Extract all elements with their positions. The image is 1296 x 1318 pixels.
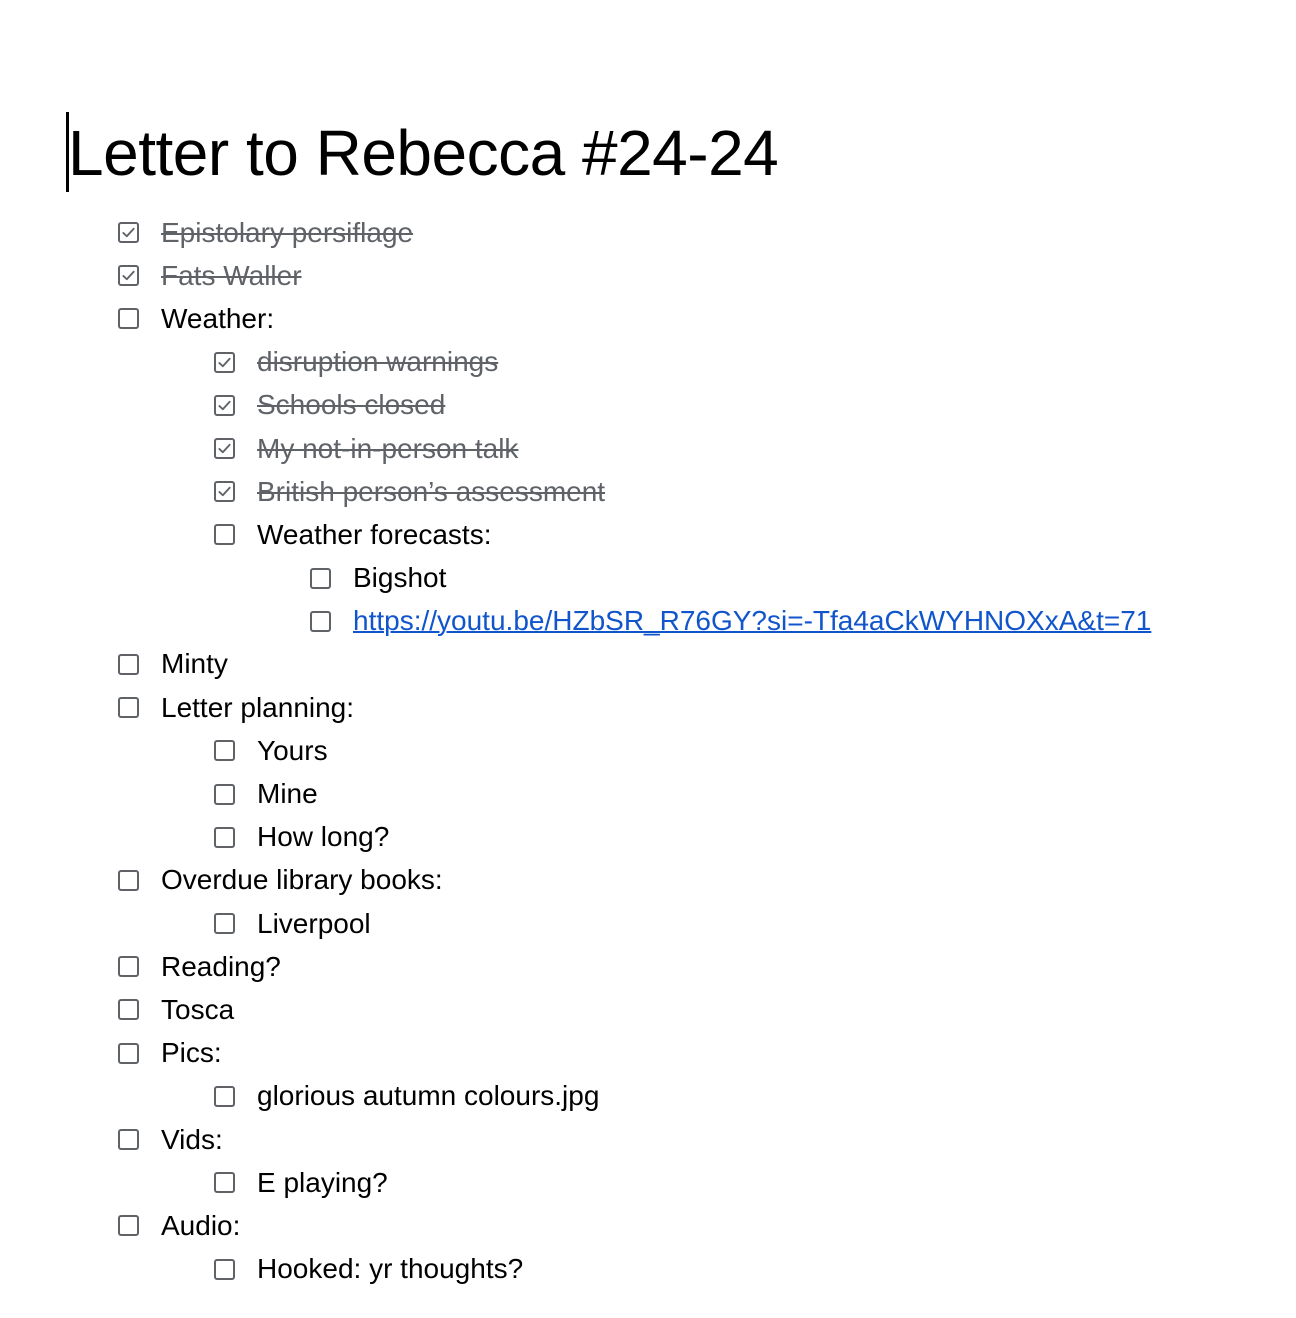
checklist-item-label[interactable]: Overdue library books:	[161, 863, 443, 897]
checklist-item-unchecked: Audio:	[0, 1204, 1151, 1247]
checklist-item-label[interactable]: Hooked: yr thoughts?	[257, 1252, 523, 1286]
checklist-item-label[interactable]: How long?	[257, 820, 389, 854]
checkbox-unchecked[interactable]	[118, 869, 139, 891]
checkbox-unchecked[interactable]	[310, 567, 331, 589]
checklist-item-unchecked: Mine	[0, 772, 1151, 815]
checklist-item-label[interactable]: E playing?	[257, 1166, 388, 1200]
checklist-item-label[interactable]: Minty	[161, 647, 228, 681]
checklist-item-unchecked: Pics:	[0, 1032, 1151, 1075]
checkmark-icon	[218, 400, 231, 411]
checklist-item-label[interactable]: Schools closed	[257, 388, 445, 422]
checklist-item-label[interactable]: Epistolary persiflage	[161, 216, 413, 250]
checklist-item-label[interactable]: Weather forecasts:	[257, 518, 491, 552]
checkbox-checked[interactable]	[118, 265, 139, 287]
checklist-item-label[interactable]: Mine	[257, 777, 318, 811]
checklist-item-label[interactable]: My not-in-person talk	[257, 432, 518, 466]
checklist-item-checked: Schools closed	[0, 384, 1151, 427]
checklist-item-label[interactable]: Bigshot	[353, 561, 446, 595]
checklist-item-unchecked: https://youtu.be/HZbSR_R76GY?si=-Tfa4aCk…	[0, 600, 1151, 643]
checkbox-unchecked[interactable]	[214, 1258, 235, 1280]
checklist-item-unchecked: How long?	[0, 816, 1151, 859]
checkbox-checked[interactable]	[214, 438, 235, 460]
checklist-item-checked: My not-in-person talk	[0, 427, 1151, 470]
document-page: Letter to Rebecca #24-24 Epistolary pers…	[0, 0, 1296, 1318]
checkbox-unchecked[interactable]	[118, 999, 139, 1021]
checklist-item-label[interactable]: Tosca	[161, 993, 234, 1027]
checklist-item-label[interactable]: Pics:	[161, 1036, 222, 1070]
checklist-item-label[interactable]: Audio:	[161, 1209, 240, 1243]
checkbox-unchecked[interactable]	[118, 1129, 139, 1151]
checkbox-unchecked[interactable]	[214, 913, 235, 935]
checkbox-unchecked[interactable]	[118, 308, 139, 330]
checklist-item-unchecked: Weather forecasts:	[0, 513, 1151, 556]
checklist-item-checked: Fats Waller	[0, 254, 1151, 297]
checklist-item-unchecked: Minty	[0, 643, 1151, 686]
checklist-item-label[interactable]: disruption warnings	[257, 345, 498, 379]
checkbox-checked[interactable]	[214, 351, 235, 373]
checklist-item-checked: Epistolary persiflage	[0, 211, 1151, 254]
checklist: Epistolary persiflage Fats Waller Weathe…	[0, 211, 1151, 1291]
checklist-item-unchecked: Overdue library books:	[0, 859, 1151, 902]
checkbox-unchecked[interactable]	[118, 653, 139, 675]
checklist-item-checked: disruption warnings	[0, 341, 1151, 384]
checkbox-checked[interactable]	[214, 481, 235, 503]
checklist-item-unchecked: Yours	[0, 729, 1151, 772]
checklist-item-unchecked: Tosca	[0, 988, 1151, 1031]
link[interactable]: https://youtu.be/HZbSR_R76GY?si=-Tfa4aCk…	[353, 605, 1151, 636]
checklist-item-label[interactable]: Liverpool	[257, 907, 371, 941]
checklist-item-unchecked: Bigshot	[0, 557, 1151, 600]
checkbox-unchecked[interactable]	[118, 1215, 139, 1237]
checkbox-unchecked[interactable]	[214, 1085, 235, 1107]
checklist-item-label[interactable]: British person’s assessment	[257, 475, 605, 509]
checklist-item-unchecked: Weather:	[0, 297, 1151, 340]
checklist-item-unchecked: Liverpool	[0, 902, 1151, 945]
checkbox-unchecked[interactable]	[310, 610, 331, 632]
checkbox-unchecked[interactable]	[214, 783, 235, 805]
checkbox-unchecked[interactable]	[118, 697, 139, 719]
checklist-item-unchecked: Vids:	[0, 1118, 1151, 1161]
checkmark-icon	[122, 227, 135, 238]
checklist-item-unchecked: glorious autumn colours.jpg	[0, 1075, 1151, 1118]
document-title[interactable]: Letter to Rebecca #24-24	[68, 114, 779, 192]
checkbox-unchecked[interactable]	[214, 524, 235, 546]
checklist-item-unchecked: E playing?	[0, 1161, 1151, 1204]
checkmark-icon	[218, 487, 231, 497]
checkbox-unchecked[interactable]	[118, 1042, 139, 1064]
checklist-item-label[interactable]: Letter planning:	[161, 691, 354, 725]
checklist-item-unchecked: Reading?	[0, 945, 1151, 988]
checklist-item-label[interactable]: https://youtu.be/HZbSR_R76GY?si=-Tfa4aCk…	[353, 604, 1151, 638]
checklist-item-label[interactable]: Weather:	[161, 302, 274, 336]
checkbox-unchecked[interactable]	[118, 956, 139, 978]
checklist-item-unchecked: Letter planning:	[0, 686, 1151, 729]
checkbox-checked[interactable]	[214, 394, 235, 416]
checklist-item-label[interactable]: glorious autumn colours.jpg	[257, 1079, 599, 1113]
checkmark-icon	[218, 443, 231, 454]
checkbox-unchecked[interactable]	[214, 1172, 235, 1194]
checkbox-checked[interactable]	[118, 222, 139, 244]
checklist-item-label[interactable]: Vids:	[161, 1123, 223, 1157]
checklist-item-checked: British person’s assessment	[0, 470, 1151, 513]
checkmark-icon	[122, 271, 135, 281]
checkbox-unchecked[interactable]	[214, 740, 235, 762]
checklist-item-label[interactable]: Fats Waller	[161, 259, 302, 293]
checkbox-unchecked[interactable]	[214, 826, 235, 848]
checklist-item-label[interactable]: Reading?	[161, 950, 281, 984]
checklist-item-unchecked: Hooked: yr thoughts?	[0, 1248, 1151, 1291]
checkmark-icon	[218, 357, 231, 367]
checklist-item-label[interactable]: Yours	[257, 734, 328, 768]
